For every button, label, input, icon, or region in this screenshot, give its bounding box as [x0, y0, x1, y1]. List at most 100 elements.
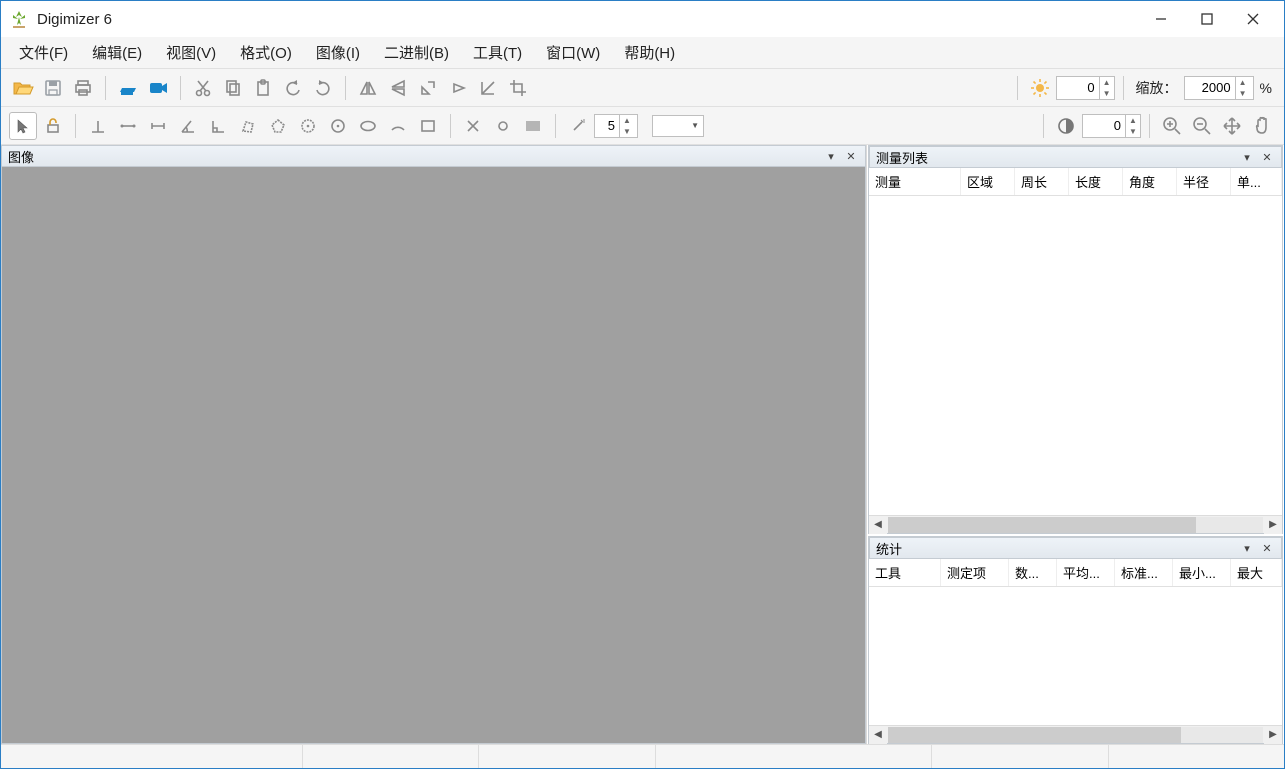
- brightness-stepper[interactable]: ▲▼: [1056, 76, 1115, 100]
- zoom-in-button[interactable]: [1158, 112, 1186, 140]
- cut-button[interactable]: [189, 74, 217, 102]
- distance-tool[interactable]: [144, 112, 172, 140]
- zoom-stepper[interactable]: ▲▼: [1184, 76, 1254, 100]
- undo-button[interactable]: [279, 74, 307, 102]
- col-angle[interactable]: 角度: [1123, 168, 1177, 195]
- stats-scrollbar[interactable]: ◀ ▶: [869, 725, 1282, 743]
- circle-center-tool[interactable]: [294, 112, 322, 140]
- image-canvas[interactable]: [1, 167, 866, 744]
- magic-wand-tool[interactable]: [564, 112, 592, 140]
- menu-binary[interactable]: 二进制(B): [372, 38, 461, 67]
- magic-stepper[interactable]: ▲▼: [594, 114, 638, 138]
- flip-horizontal-button[interactable]: [354, 74, 382, 102]
- menu-image[interactable]: 图像(I): [304, 38, 372, 67]
- menu-file[interactable]: 文件(F): [7, 38, 80, 67]
- arc-tool[interactable]: [384, 112, 412, 140]
- col-count[interactable]: 数...: [1009, 559, 1057, 586]
- scroll-right-icon[interactable]: ▶: [1264, 516, 1282, 534]
- zoom-up[interactable]: ▲: [1236, 77, 1250, 88]
- scan-button[interactable]: [114, 74, 142, 102]
- save-button[interactable]: [39, 74, 67, 102]
- barcode-tool[interactable]: [519, 112, 547, 140]
- stats-table-body[interactable]: [869, 587, 1282, 725]
- rectangle-tool[interactable]: [414, 112, 442, 140]
- col-tool[interactable]: 工具: [869, 559, 941, 586]
- closed-polygon-tool[interactable]: [264, 112, 292, 140]
- flip-vertical-button[interactable]: [384, 74, 412, 102]
- brightness-down[interactable]: ▼: [1100, 88, 1114, 99]
- col-radius[interactable]: 半径: [1177, 168, 1231, 195]
- panel-close-icon[interactable]: ✕: [843, 148, 859, 164]
- contrast-down[interactable]: ▼: [1126, 126, 1140, 137]
- menu-view[interactable]: 视图(V): [154, 38, 228, 67]
- col-mean[interactable]: 平均...: [1057, 559, 1115, 586]
- zoom-down[interactable]: ▼: [1236, 88, 1250, 99]
- col-max[interactable]: 最大: [1231, 559, 1282, 586]
- angle-tool[interactable]: [174, 112, 202, 140]
- copy-button[interactable]: [219, 74, 247, 102]
- rotate-left-button[interactable]: [444, 74, 472, 102]
- menu-window[interactable]: 窗口(W): [534, 38, 612, 67]
- ellipse-tool[interactable]: [354, 112, 382, 140]
- rotate-button[interactable]: [414, 74, 442, 102]
- measurements-scrollbar[interactable]: ◀ ▶: [869, 515, 1282, 533]
- scroll-right-icon[interactable]: ▶: [1264, 726, 1282, 744]
- pointer-tool[interactable]: [9, 112, 37, 140]
- menu-help[interactable]: 帮助(H): [612, 38, 687, 67]
- circle-tool[interactable]: [324, 112, 352, 140]
- minimize-button[interactable]: [1138, 3, 1184, 35]
- magic-up[interactable]: ▲: [620, 115, 634, 126]
- scroll-thumb[interactable]: [888, 517, 1196, 533]
- magic-input[interactable]: [595, 118, 619, 133]
- open-button[interactable]: [9, 74, 37, 102]
- polygon-tool[interactable]: [234, 112, 262, 140]
- fit-button[interactable]: [1218, 112, 1246, 140]
- brightness-input[interactable]: [1057, 80, 1099, 95]
- perpendicular-tool[interactable]: [84, 112, 112, 140]
- col-std[interactable]: 标准...: [1115, 559, 1173, 586]
- crop-button[interactable]: [504, 74, 532, 102]
- contrast-input[interactable]: [1083, 118, 1125, 133]
- panel-menu-icon[interactable]: ▾: [823, 148, 839, 164]
- zoom-input[interactable]: [1185, 80, 1235, 95]
- lock-tool[interactable]: [39, 112, 67, 140]
- col-length[interactable]: 长度: [1069, 168, 1123, 195]
- measurements-table-body[interactable]: [869, 196, 1282, 515]
- scroll-thumb[interactable]: [888, 727, 1181, 743]
- contrast-up[interactable]: ▲: [1126, 115, 1140, 126]
- col-area[interactable]: 区域: [961, 168, 1015, 195]
- right-angle-tool[interactable]: [204, 112, 232, 140]
- deskew-button[interactable]: [474, 74, 502, 102]
- menu-format[interactable]: 格式(O): [228, 38, 304, 67]
- zoom-out-button[interactable]: [1188, 112, 1216, 140]
- camera-button[interactable]: [144, 74, 172, 102]
- col-perimeter[interactable]: 周长: [1015, 168, 1069, 195]
- menu-edit[interactable]: 编辑(E): [80, 38, 154, 67]
- color-picker[interactable]: ▼: [652, 115, 704, 137]
- marker-dot-tool[interactable]: [489, 112, 517, 140]
- status-cell: [656, 745, 933, 768]
- chevron-down-icon: ▼: [691, 121, 699, 130]
- line-tool[interactable]: [114, 112, 142, 140]
- contrast-stepper[interactable]: ▲▼: [1082, 114, 1141, 138]
- magic-down[interactable]: ▼: [620, 126, 634, 137]
- col-unit[interactable]: 单...: [1231, 168, 1282, 195]
- panel-menu-icon[interactable]: ▾: [1239, 149, 1255, 165]
- marker-x-tool[interactable]: [459, 112, 487, 140]
- scroll-left-icon[interactable]: ◀: [869, 726, 887, 744]
- col-min[interactable]: 最小...: [1173, 559, 1231, 586]
- panel-close-icon[interactable]: ✕: [1259, 149, 1275, 165]
- redo-button[interactable]: [309, 74, 337, 102]
- panel-menu-icon[interactable]: ▾: [1239, 540, 1255, 556]
- maximize-button[interactable]: [1184, 3, 1230, 35]
- scroll-left-icon[interactable]: ◀: [869, 516, 887, 534]
- brightness-up[interactable]: ▲: [1100, 77, 1114, 88]
- print-button[interactable]: [69, 74, 97, 102]
- close-button[interactable]: [1230, 3, 1276, 35]
- pan-button[interactable]: [1248, 112, 1276, 140]
- panel-close-icon[interactable]: ✕: [1259, 540, 1275, 556]
- menu-tools[interactable]: 工具(T): [461, 38, 534, 67]
- col-item[interactable]: 测定项: [941, 559, 1009, 586]
- col-measure[interactable]: 测量: [869, 168, 961, 195]
- paste-button[interactable]: [249, 74, 277, 102]
